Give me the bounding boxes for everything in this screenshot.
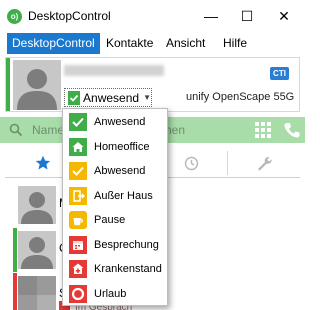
status-option-krankenstand[interactable]: Krankenstand: [63, 257, 167, 282]
cti-badge: CTI: [270, 67, 289, 80]
status-label: Anwesend: [83, 90, 140, 105]
coffee-icon: [69, 211, 87, 230]
avatar: [18, 276, 56, 310]
presence-stripe: [13, 273, 17, 310]
status-option-label: Krankenstand: [94, 263, 162, 276]
phone-icon[interactable]: [283, 121, 301, 139]
user-name-redacted: [64, 65, 164, 76]
status-option-pause[interactable]: Pause: [63, 208, 167, 233]
avatar: [13, 60, 61, 110]
presence-stripe: [6, 58, 10, 111]
app-logo-icon: o): [7, 9, 22, 24]
status-option-label: Besprechung: [94, 238, 159, 251]
search-icon: [9, 123, 23, 137]
close-button[interactable]: ✕: [271, 6, 297, 26]
status-option-besprechung[interactable]: Besprechung: [63, 233, 167, 258]
menu-desktopcontrol[interactable]: DesktopControl: [7, 33, 100, 54]
status-option-homeoffice[interactable]: Homeoffice: [63, 135, 167, 160]
status-option-label: Homeoffice: [94, 140, 150, 153]
status-option-label: Außer Haus: [94, 189, 153, 202]
status-option-label: Pause: [94, 214, 126, 227]
medical-icon: [69, 260, 87, 279]
menu-hilfe[interactable]: Hilfe: [218, 33, 252, 54]
menu-ansicht[interactable]: Ansicht: [161, 33, 210, 54]
star-icon: [35, 155, 51, 170]
status-option-label: Anwesend: [94, 116, 146, 129]
status-option-abwesend[interactable]: Abwesend: [63, 159, 167, 184]
menu-bar: DesktopControl Kontakte Ansicht Hilfe: [0, 33, 305, 54]
status-option-urlaub[interactable]: Urlaub: [63, 282, 167, 307]
calendar-icon: [69, 235, 87, 254]
phone-device-label: unify OpenScape 55G: [186, 91, 295, 103]
status-option-ausser-haus[interactable]: Außer Haus: [63, 184, 167, 209]
title-bar: o) DesktopControl — ☐ ✕: [0, 0, 305, 33]
chevron-down-icon: ▼: [143, 93, 151, 102]
check-icon: [69, 162, 87, 181]
search-placeholder: Name: [32, 123, 65, 137]
status-option-label: Abwesend: [94, 165, 146, 178]
menu-kontakte[interactable]: Kontakte: [101, 33, 158, 54]
lifebuoy-icon: [69, 284, 87, 303]
home-icon: [69, 137, 87, 156]
search-placeholder-end: hen: [165, 123, 186, 137]
door-exit-icon: [69, 186, 87, 205]
window-title: DesktopControl: [28, 9, 111, 23]
tab-settings[interactable]: [227, 148, 300, 178]
status-dropdown[interactable]: Anwesend ▼: [64, 88, 152, 107]
wrench-icon: [257, 156, 272, 171]
status-option-label: Urlaub: [94, 287, 127, 300]
minimize-button[interactable]: —: [198, 6, 224, 26]
check-icon: [68, 90, 81, 105]
status-menu: Anwesend Homeoffice Abwesend Außer Haus …: [62, 108, 168, 306]
avatar: [18, 186, 56, 224]
dialpad-icon[interactable]: [255, 122, 272, 138]
clock-icon: [184, 156, 198, 170]
status-option-anwesend[interactable]: Anwesend: [63, 110, 167, 135]
check-icon: [69, 113, 87, 132]
avatar: [18, 231, 56, 269]
maximize-button[interactable]: ☐: [234, 6, 260, 26]
own-status-panel: CTI Anwesend ▼ unify OpenScape 55G: [5, 57, 300, 112]
presence-stripe: [13, 228, 17, 272]
